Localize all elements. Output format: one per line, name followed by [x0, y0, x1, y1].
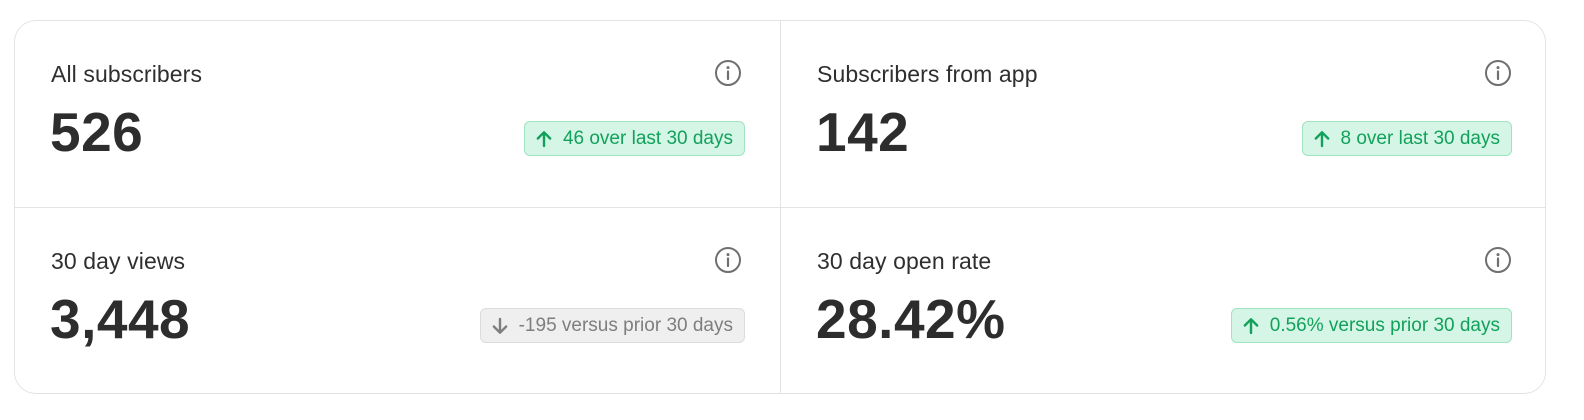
- stat-value: 142: [816, 101, 910, 163]
- stat-all-subscribers: All subscribers 526 46 over last 30 days: [15, 21, 781, 208]
- trend-badge-up: 46 over last 30 days: [523, 121, 745, 156]
- trend-text: 0.56% versus prior 30 days: [1269, 314, 1500, 336]
- info-circle-icon[interactable]: [714, 246, 742, 274]
- arrow-up-icon: [1241, 316, 1261, 336]
- trend-text: 46 over last 30 days: [562, 127, 733, 149]
- arrow-up-icon: [1312, 129, 1332, 149]
- stat-label: 30 day views: [51, 248, 186, 274]
- stat-30-day-views: 30 day views 3,448 -195 versus prior 30 …: [15, 208, 781, 393]
- trend-text: 8 over last 30 days: [1340, 127, 1500, 149]
- info-circle-icon[interactable]: [1484, 246, 1512, 274]
- info-circle-icon[interactable]: [714, 59, 742, 87]
- stat-label: Subscribers from app: [817, 61, 1038, 87]
- trend-badge-up: 0.56% versus prior 30 days: [1230, 308, 1512, 343]
- stat-subscribers-from-app: Subscribers from app 142 8 over last 30 …: [781, 21, 1545, 208]
- stat-30-day-open-rate: 30 day open rate 28.42% 0.56% versus pri…: [781, 208, 1545, 393]
- stat-value: 28.42%: [816, 288, 1006, 350]
- stats-card: All subscribers 526 46 over last 30 days…: [14, 20, 1546, 394]
- trend-badge-down: -195 versus prior 30 days: [479, 308, 745, 343]
- stat-label: 30 day open rate: [817, 248, 992, 274]
- stat-value: 526: [50, 101, 144, 163]
- info-circle-icon[interactable]: [1484, 59, 1512, 87]
- arrow-down-icon: [490, 316, 510, 336]
- stat-label: All subscribers: [51, 61, 203, 87]
- stat-value: 3,448: [50, 288, 191, 350]
- trend-text: -195 versus prior 30 days: [518, 314, 733, 336]
- arrow-up-icon: [534, 129, 554, 149]
- trend-badge-up: 8 over last 30 days: [1301, 121, 1512, 156]
